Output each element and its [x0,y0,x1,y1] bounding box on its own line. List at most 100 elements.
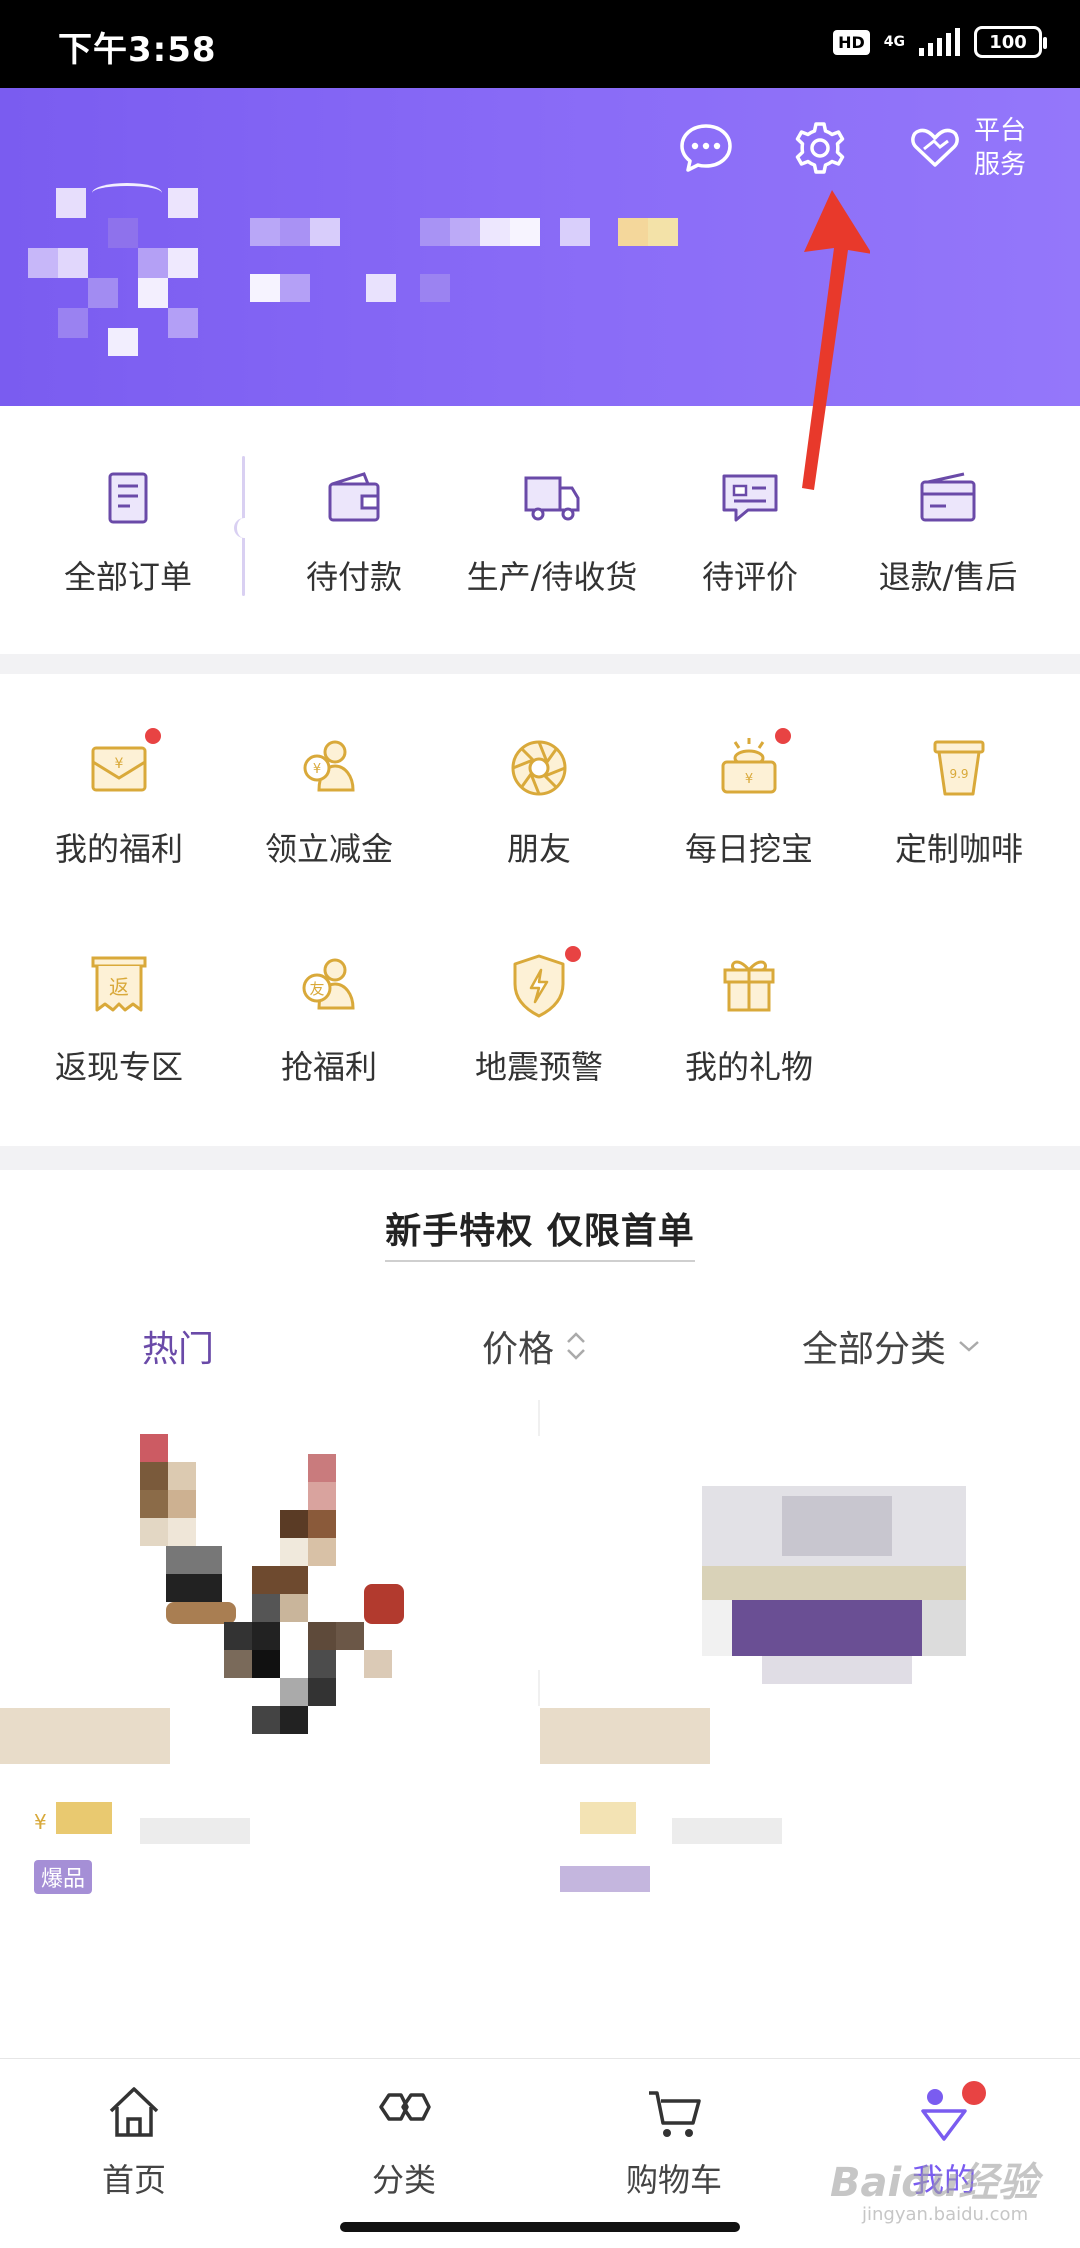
profile-page: 下午3:58 HD 4G 100 平台 服务 全部订单 待付款 生产/待收货 待… [0,0,1080,2248]
product-badge-mosaic [560,1866,650,1892]
filter-category-dropdown[interactable]: 全部分类 [802,1320,982,1372]
services-panel: ¥ 我的福利 ¥ 领立减金 朋友 ¥ 每日挖宝 9.9 定制咖啡 返 返现专区 … [0,674,1080,1146]
hot-badge: 爆品 [34,1860,92,1894]
chevron-down-icon [959,1341,979,1352]
shield-bolt-icon [513,954,565,1018]
avatar[interactable] [28,188,228,358]
status-indicators: HD 4G 100 [833,26,1047,58]
home-indicator[interactable] [340,2222,740,2232]
service-label: 定制咖啡 [894,830,1023,868]
platform-line-2: 服务 [974,150,1027,180]
filter-hot-label: 热门 [142,1329,215,1370]
cart-icon [649,2091,701,2137]
product-card[interactable]: ¥ 爆品 [0,1406,536,2058]
service-cashback[interactable]: 返 返现专区 [14,950,224,1088]
truck-icon [524,476,580,521]
notification-dot [565,946,581,962]
gift-icon [723,960,775,1012]
annotation-arrow [802,190,870,490]
price-symbol: ¥ [34,1810,47,1834]
platform-line-1: 平台 [974,116,1027,146]
category-hex-icon [379,2093,431,2121]
hd-indicator: HD [833,29,870,55]
product-card[interactable] [540,1406,1076,2058]
service-label: 领立减金 [264,830,393,868]
aperture-icon [511,740,567,796]
product-sales-mosaic [140,1818,250,1844]
battery-level: 100 [989,31,1027,53]
nav-label: 首页 [101,2161,166,2199]
product-name-mosaic [0,1708,170,1764]
wallet-icon [328,472,380,522]
svg-text:¥: ¥ [115,756,124,772]
product-image [702,1486,966,1686]
service-daily-treasure[interactable]: ¥ 每日挖宝 [644,728,854,870]
svg-text:¥: ¥ [745,772,753,787]
service-label: 每日挖宝 [684,830,813,868]
friend-people-icon: 友 [302,958,355,1010]
filter-price-label: 价格 [482,1329,555,1370]
nav-cart[interactable]: 购物车 [574,2081,774,2201]
sort-updown-icon [567,1332,585,1360]
filter-category-label: 全部分类 [802,1329,947,1370]
order-shipping-button[interactable]: 生产/待收货 [452,466,652,598]
svg-text:¥: ¥ [313,762,321,777]
coupon-people-icon: ¥ [303,740,355,792]
service-label: 朋友 [506,830,571,868]
watermark-brand: Baidu经验 [830,2160,1039,2206]
coffee-cup-icon: 9.9 [933,740,985,796]
refund-card-icon [920,472,976,522]
envelope-yen-icon: ¥ [91,746,147,792]
platform-service-label: 平台 服务 [974,114,1026,182]
promo-title-text: 新手特权 仅限首单 [385,1211,695,1262]
filter-price-tab[interactable]: 价格 [482,1320,588,1372]
order-label: 生产/待收货 [466,558,638,596]
service-label: 我的福利 [54,830,183,868]
heart-hand-icon [911,128,959,167]
watermark-url: jingyan.baidu.com [862,2204,1029,2225]
platform-service-button[interactable]: 平台 服务 [906,114,1026,182]
treasure-icon: ¥ [721,738,777,794]
orders-panel: 全部订单 待付款 生产/待收货 待评价 退款/售后 [0,406,1080,654]
nav-home[interactable]: 首页 [34,2081,234,2201]
filter-hot-tab[interactable]: 热门 [142,1320,214,1372]
settings-gear-icon[interactable] [790,118,850,178]
service-my-gifts[interactable]: 我的礼物 [644,950,854,1088]
nav-category[interactable]: 分类 [304,2081,504,2201]
order-pending-payment-button[interactable]: 待付款 [284,466,424,598]
order-label: 待评价 [701,558,798,596]
username-mosaic [250,218,680,328]
all-orders-icon [108,472,148,524]
service-label: 抢福利 [280,1048,377,1086]
order-all-button[interactable]: 全部订单 [58,466,198,598]
products-section: 新手特权 仅限首单 热门 价格 全部分类 ¥ 爆品 [0,1170,1080,2058]
profile-header: 平台 服务 [0,88,1080,406]
product-price-mosaic [56,1802,112,1834]
svg-text:9.9: 9.9 [949,767,968,781]
service-custom-coffee[interactable]: 9.9 定制咖啡 [854,732,1064,870]
notification-dot [145,728,161,744]
service-my-benefits[interactable]: ¥ 我的福利 [14,728,224,870]
service-friends[interactable]: 朋友 [434,732,644,870]
order-label: 全部订单 [63,558,192,596]
product-image [130,1434,430,1734]
order-label: 退款/售后 [878,558,1018,596]
service-label: 返现专区 [54,1048,183,1086]
cashback-icon: 返 [91,956,147,1012]
svg-text:友: 友 [309,980,324,998]
product-sales-mosaic [672,1818,782,1844]
network-label: 4G [883,34,905,50]
promo-title: 新手特权 仅限首单 [0,1202,1080,1262]
order-refund-button[interactable]: 退款/售后 [868,466,1028,598]
notification-dot [775,728,791,744]
battery-icon: 100 [974,26,1047,58]
svg-text:返: 返 [109,975,129,999]
product-price-mosaic [580,1802,636,1834]
service-claim-discount[interactable]: ¥ 领立减金 [224,732,434,870]
order-divider-notch [234,518,248,538]
home-icon [109,2087,159,2137]
notification-dot [962,2081,986,2105]
service-earthquake-warning[interactable]: 地震预警 [434,946,644,1088]
service-grab-benefits[interactable]: 友 抢福利 [224,950,434,1088]
message-icon[interactable] [676,118,736,178]
